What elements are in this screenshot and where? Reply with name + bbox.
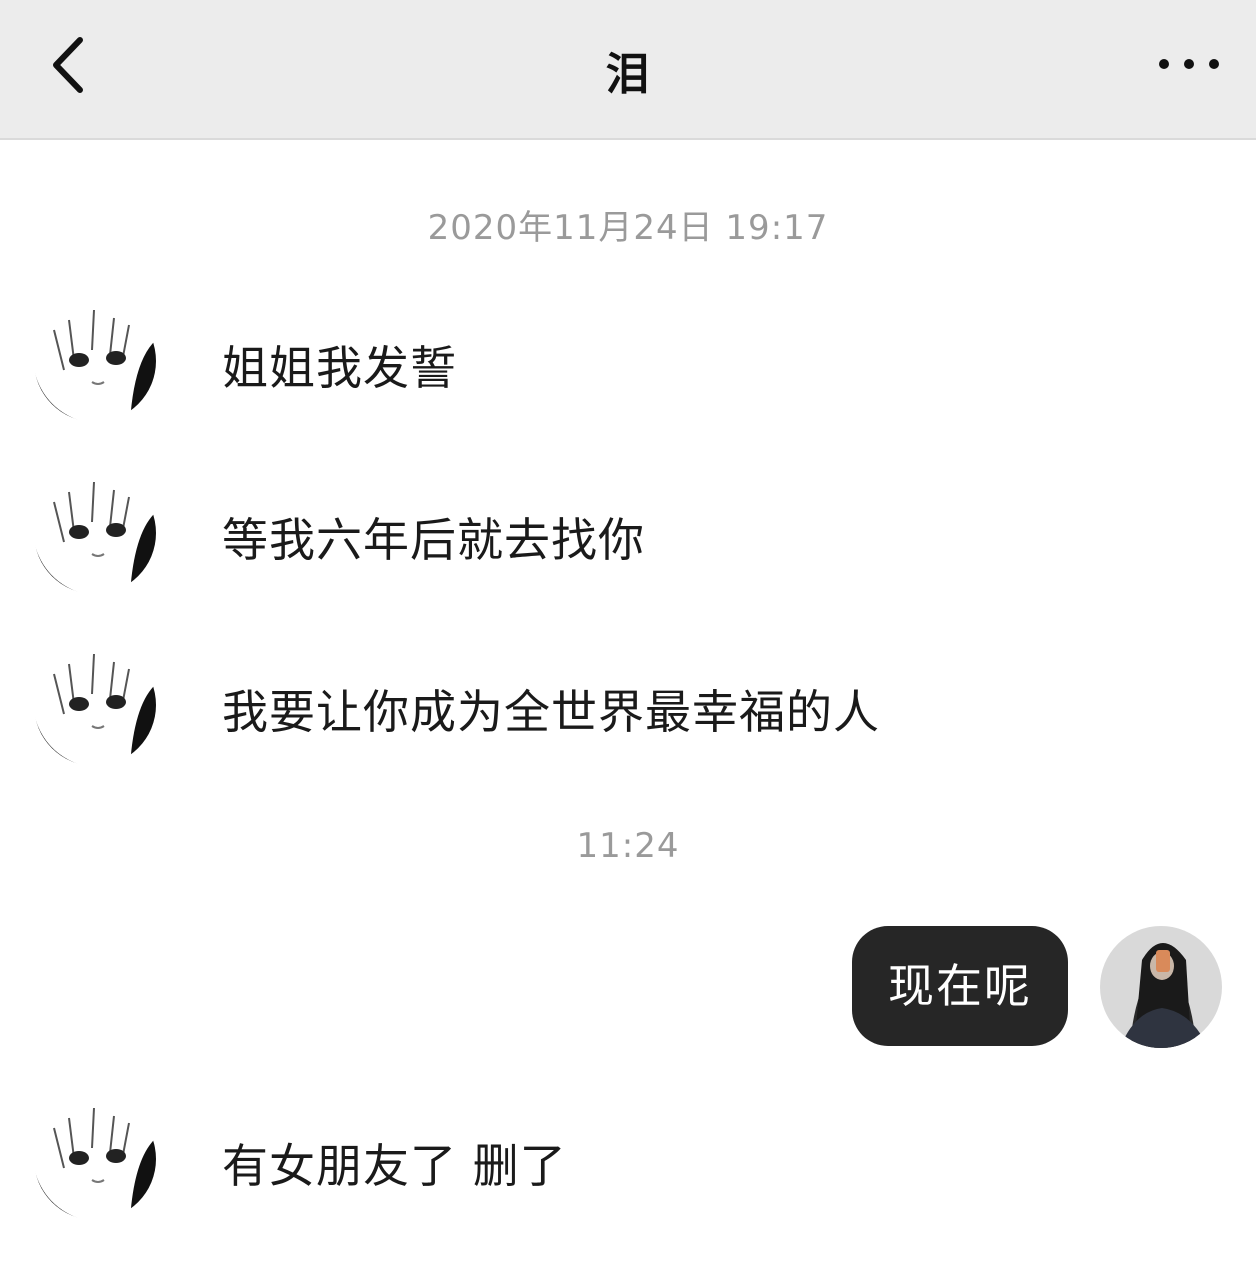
contact-avatar[interactable] xyxy=(34,1098,156,1220)
incoming-message: 等我六年后就去找你 xyxy=(222,513,645,567)
more-button[interactable] xyxy=(1156,44,1222,84)
timestamp: 11:24 xyxy=(576,826,680,866)
contact-avatar[interactable] xyxy=(34,472,156,594)
contact-avatar[interactable] xyxy=(34,644,156,766)
message-row: 现在呢 xyxy=(0,926,1256,1048)
incoming-message: 我要让你成为全世界最幸福的人 xyxy=(222,685,880,739)
message-row: 等我六年后就去找你 xyxy=(0,472,1256,594)
outgoing-message: 现在呢 xyxy=(852,926,1068,1046)
top-bar: 泪 xyxy=(0,0,1256,140)
more-dots-icon xyxy=(1159,59,1219,69)
message-row: 有女朋友了 删了 xyxy=(0,1098,1256,1220)
incoming-message: 有女朋友了 删了 xyxy=(222,1139,567,1193)
page-title: 泪 xyxy=(605,49,651,100)
timestamp: 2020年11月24日 19:17 xyxy=(427,208,829,248)
incoming-message: 姐姐我发誓 xyxy=(222,341,457,395)
message-row: 姐姐我发誓 xyxy=(0,300,1256,422)
contact-avatar[interactable] xyxy=(34,300,156,422)
message-row: 我要让你成为全世界最幸福的人 xyxy=(0,644,1256,766)
self-avatar[interactable] xyxy=(1100,926,1222,1048)
